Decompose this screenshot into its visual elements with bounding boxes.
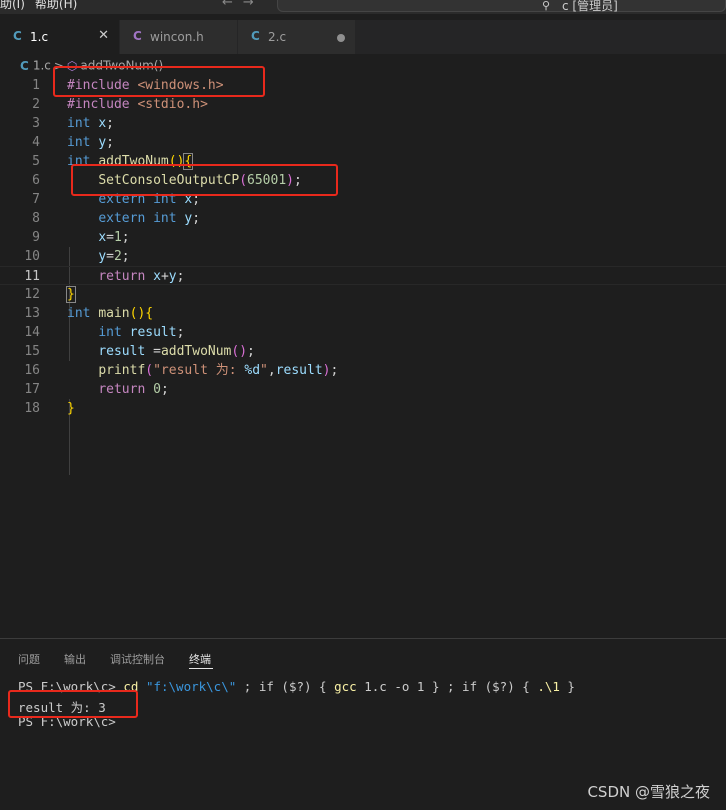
code-line: 13 int main(){ (0, 304, 726, 323)
tab-output[interactable]: 输出 (64, 651, 86, 667)
code-line: 8 extern int y; (0, 209, 726, 228)
menu-bar: 助(I) 帮助(H) (0, 0, 77, 12)
line-number: 9 (32, 230, 40, 245)
code-line: 17 return 0; (0, 380, 726, 399)
terminal-mid: ; if ($?) { (236, 679, 335, 694)
line-number: 5 (32, 154, 40, 169)
line-number: 2 (32, 97, 40, 112)
line-number: 17 (24, 382, 40, 397)
line-number: 13 (24, 306, 40, 321)
line-number: 15 (24, 344, 40, 359)
line-number: 4 (32, 135, 40, 150)
menu-item-help[interactable]: 帮助(H) (35, 0, 77, 11)
code-line: 3 int x; (0, 114, 726, 133)
line-number: 3 (32, 116, 40, 131)
line-number: 12 (24, 287, 40, 302)
c-file-icon: C (251, 29, 260, 43)
terminal-end: } (559, 679, 575, 694)
editor-tab-bar: C 1.c ✕ C wincon.h C 2.c (0, 20, 726, 54)
close-icon[interactable]: ✕ (98, 28, 109, 43)
code-line-current: 11 return x+y; (0, 266, 726, 285)
code-line: 18} (0, 399, 726, 418)
line-number: 14 (24, 325, 40, 340)
code-editor[interactable]: 1 #include <windows.h> 2 #include <stdio.h… (0, 76, 726, 475)
code-line: 16 printf("result 为: %d",result); (0, 361, 726, 380)
line-number: 16 (24, 363, 40, 378)
tab-label: wincon.h (150, 30, 204, 44)
menu-item-partial[interactable]: 助(I) (0, 0, 25, 11)
tab-1c[interactable]: C 1.c ✕ (0, 20, 120, 54)
terminal-run: .\1 (537, 679, 560, 694)
title-bar: 助(I) 帮助(H) ←→ ⚲ c [管理员] (0, 0, 726, 14)
code-line: 14 int result; (0, 323, 726, 342)
watermark: CSDN @雪狼之夜 (587, 783, 710, 801)
code-line: 12} (0, 285, 726, 304)
back-arrow-icon[interactable]: ← (222, 0, 243, 10)
terminal-args: 1.c -o 1 } ; if ($?) { (356, 679, 538, 694)
line-number: 10 (24, 249, 40, 264)
command-center-text: c [管理员] (562, 0, 618, 13)
code-line: 2 #include <stdio.h> (0, 95, 726, 114)
line-number: 7 (32, 192, 40, 207)
h-file-icon: C (133, 29, 142, 43)
line-number: 18 (24, 401, 40, 416)
c-file-icon: C (20, 58, 29, 73)
breadcrumb-file[interactable]: 1.c (33, 59, 51, 73)
forward-arrow-icon[interactable]: → (243, 0, 264, 10)
tab-label: 1.c (30, 30, 49, 44)
line-number: 1 (32, 78, 40, 93)
tab-2c[interactable]: C 2.c (238, 20, 356, 54)
highlight-box-output (8, 690, 138, 718)
tab-debug-console[interactable]: 调试控制台 (110, 651, 165, 667)
highlight-box-setconsole (71, 164, 338, 196)
tab-problems[interactable]: 问题 (18, 651, 40, 667)
terminal-path: "f:\work\c\" (145, 679, 237, 694)
code-line: 15 result =addTwoNum(); (0, 342, 726, 361)
line-number: 6 (32, 173, 40, 188)
active-tab-indicator (189, 668, 213, 669)
unsaved-dot-icon[interactable] (337, 34, 345, 42)
tab-terminal[interactable]: 终端 (189, 651, 211, 667)
line-number: 11 (24, 269, 40, 284)
code-line: 10 y=2; (0, 247, 726, 266)
terminal-gcc: gcc (334, 679, 357, 694)
code-line: 4 int y; (0, 133, 726, 152)
highlight-box-include (53, 66, 265, 97)
line-number: 8 (32, 211, 40, 226)
nav-arrows: ←→ (222, 0, 264, 10)
tab-wincon-h[interactable]: C wincon.h (120, 20, 238, 54)
search-icon: ⚲ (542, 0, 551, 12)
c-file-icon: C (13, 29, 22, 43)
code-line: 9 x=1; (0, 228, 726, 247)
command-center[interactable]: ⚲ c [管理员] (277, 0, 726, 13)
tab-label: 2.c (268, 30, 287, 44)
